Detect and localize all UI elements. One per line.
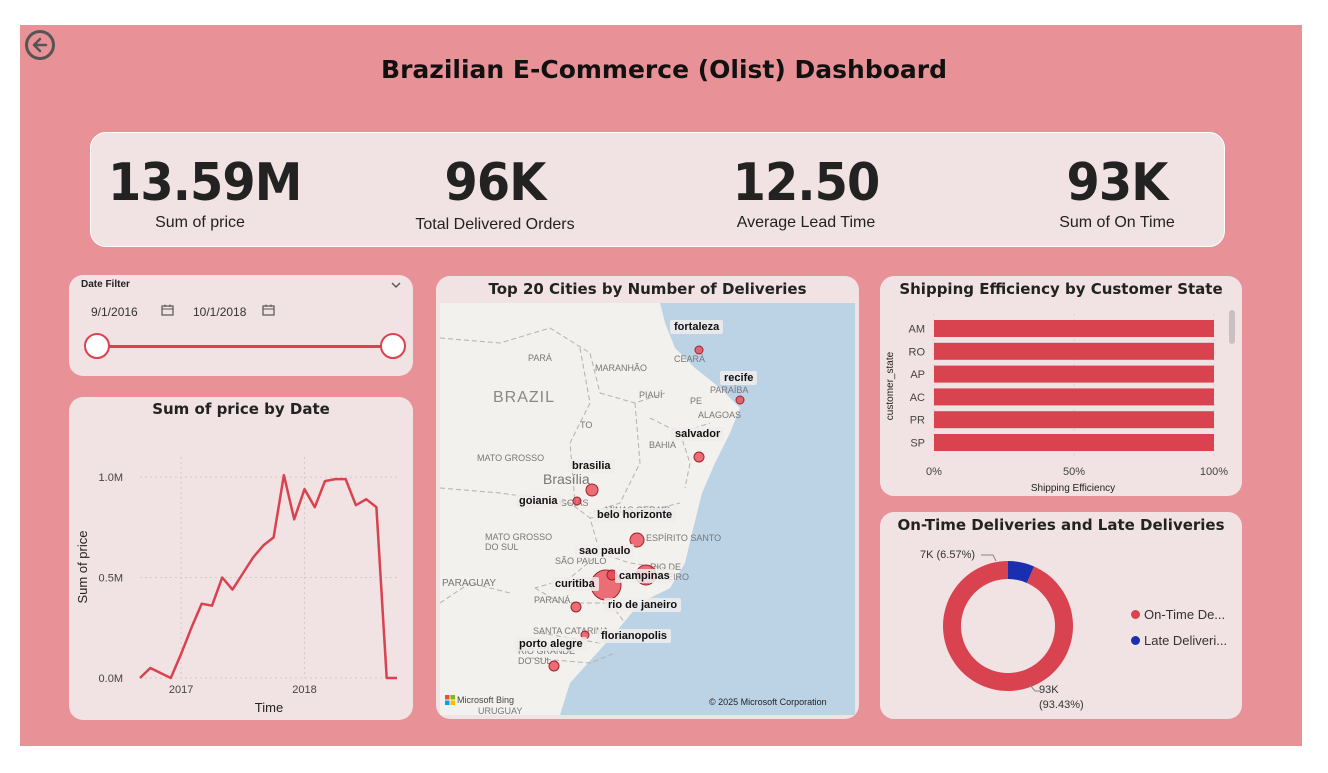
y-tick-label: 1.0M (99, 472, 123, 484)
leader-line (981, 554, 997, 562)
slider-end-handle[interactable] (380, 333, 406, 359)
line-chart: 1.0M 0.5M 0.0M 2017 2018 Time Sum of price (75, 457, 397, 715)
kpi-value: 12.50 (732, 153, 881, 213)
city-label: sao paulo (575, 544, 635, 558)
kpi-total-delivered-orders: 96K Total Delivered Orders (395, 150, 595, 234)
city-marker-recife (735, 395, 745, 405)
city-label: fortaleza (670, 320, 724, 334)
kpi-label: Average Lead Time (736, 214, 876, 231)
date-filter-card: Date Filter (69, 275, 413, 376)
line-series (139, 473, 397, 680)
x-tick-label: 0% (926, 466, 942, 478)
city-label: rio de janeiro (604, 598, 682, 612)
calendar-icon[interactable] (161, 304, 174, 316)
ontime-data-label: 93K (1039, 684, 1059, 696)
x-axis-label: Shipping Efficiency (1031, 483, 1115, 494)
kpi-label: Sum of On Time (1059, 214, 1175, 231)
x-tick-label: 2018 (292, 684, 316, 696)
x-tick-label: 100% (1200, 466, 1228, 478)
y-tick-label: 0.5M (99, 573, 123, 585)
y-tick-label: RO (909, 346, 926, 358)
bar-chart: 0% 50% 100% AM RO AP AC PR SP Shipping Efficiency… (885, 314, 1228, 494)
kpi-sum-of-on-time: 93K Sum of On Time (1017, 150, 1217, 232)
map-attribution-copyright: © 2025 Microsoft Corporation (709, 697, 827, 707)
date-range-slider[interactable] (97, 345, 393, 348)
kpi-label: Sum of price (155, 214, 245, 231)
ontime-data-label-percent: (93.43%) (1039, 699, 1084, 711)
bar-ac (934, 388, 1214, 406)
back-arrow-icon (32, 37, 48, 53)
city-marker-brasilia (585, 483, 599, 497)
map-attribution-bing: Microsoft Bing (445, 695, 514, 705)
bar-ap (934, 365, 1214, 383)
map-view[interactable]: PARÁ MARANHÃO CEARÁ BRAZIL PIAUÍ PE PARA… (440, 303, 855, 715)
city-label: curitiba (551, 577, 599, 591)
y-tick-label: AC (910, 392, 925, 404)
kpi-value: 13.59M (108, 153, 302, 213)
end-date-input[interactable]: 10/1/2018 (193, 305, 246, 319)
microsoft-logo-icon (445, 695, 455, 705)
kpi-label: Total Delivered Orders (415, 216, 575, 233)
bar-chart-scrollbar[interactable] (1229, 310, 1235, 344)
late-deliveries-data-label: 7K (6.57%) (920, 549, 976, 561)
city-marker-salvador (693, 451, 705, 463)
bar-am (934, 320, 1214, 337)
city-label: brasilia (568, 459, 615, 473)
date-filter-title: Date Filter (81, 279, 130, 290)
city-label: recife (720, 371, 758, 385)
donut-slice-on-time (943, 561, 1073, 691)
city-marker-goiania (572, 496, 582, 506)
chevron-down-icon[interactable] (391, 281, 401, 289)
x-tick-label: 50% (1063, 466, 1085, 478)
city-label: campinas (615, 569, 674, 583)
y-tick-label: SP (910, 438, 925, 450)
city-label: porto alegre (515, 637, 587, 651)
y-axis-label: customer_state (885, 351, 896, 420)
city-label: belo horizonte (593, 508, 677, 522)
legend-item-on-time[interactable]: On-Time De... (1131, 607, 1225, 622)
bar-pr (934, 411, 1214, 429)
city-label: florianopolis (597, 629, 671, 643)
start-date-input[interactable]: 9/1/2016 (91, 305, 138, 319)
slider-start-handle[interactable] (84, 333, 110, 359)
y-tick-label: PR (910, 415, 925, 427)
legend-item-late[interactable]: Late Deliveri... (1131, 633, 1227, 648)
kpi-average-lead-time: 12.50 Average Lead Time (706, 150, 906, 232)
legend-dot (1131, 636, 1140, 645)
kpi-sum-of-price: 13.59M Sum of price (100, 150, 302, 232)
y-tick-label: 0.0M (99, 673, 123, 685)
bar-sp (934, 434, 1214, 451)
city-label: goiania (515, 494, 562, 508)
legend-dot (1131, 610, 1140, 619)
y-axis-label: Sum of price (75, 531, 90, 604)
page-title: Brazilian E-Commerce (Olist) Dashboard (381, 55, 947, 84)
map-title: Top 20 Cities by Number of Deliveries (488, 280, 807, 298)
kpi-value: 96K (444, 153, 547, 213)
x-axis-label: Time (255, 700, 283, 715)
city-marker-curitiba (570, 601, 582, 613)
y-tick-label: AM (909, 324, 926, 336)
legend-label: On-Time De... (1144, 607, 1226, 622)
bar-ro (934, 342, 1214, 360)
x-tick-label: 2017 (169, 684, 193, 696)
attribution-text: Microsoft Bing (457, 695, 515, 705)
calendar-icon[interactable] (262, 304, 275, 316)
legend-label: Late Deliveri... (1144, 633, 1228, 648)
kpi-value: 93K (1066, 153, 1169, 213)
city-marker-porto-alegre (548, 660, 560, 672)
city-marker-fortaleza (694, 345, 704, 355)
city-label: salvador (671, 427, 725, 441)
y-tick-label: AP (910, 369, 925, 381)
